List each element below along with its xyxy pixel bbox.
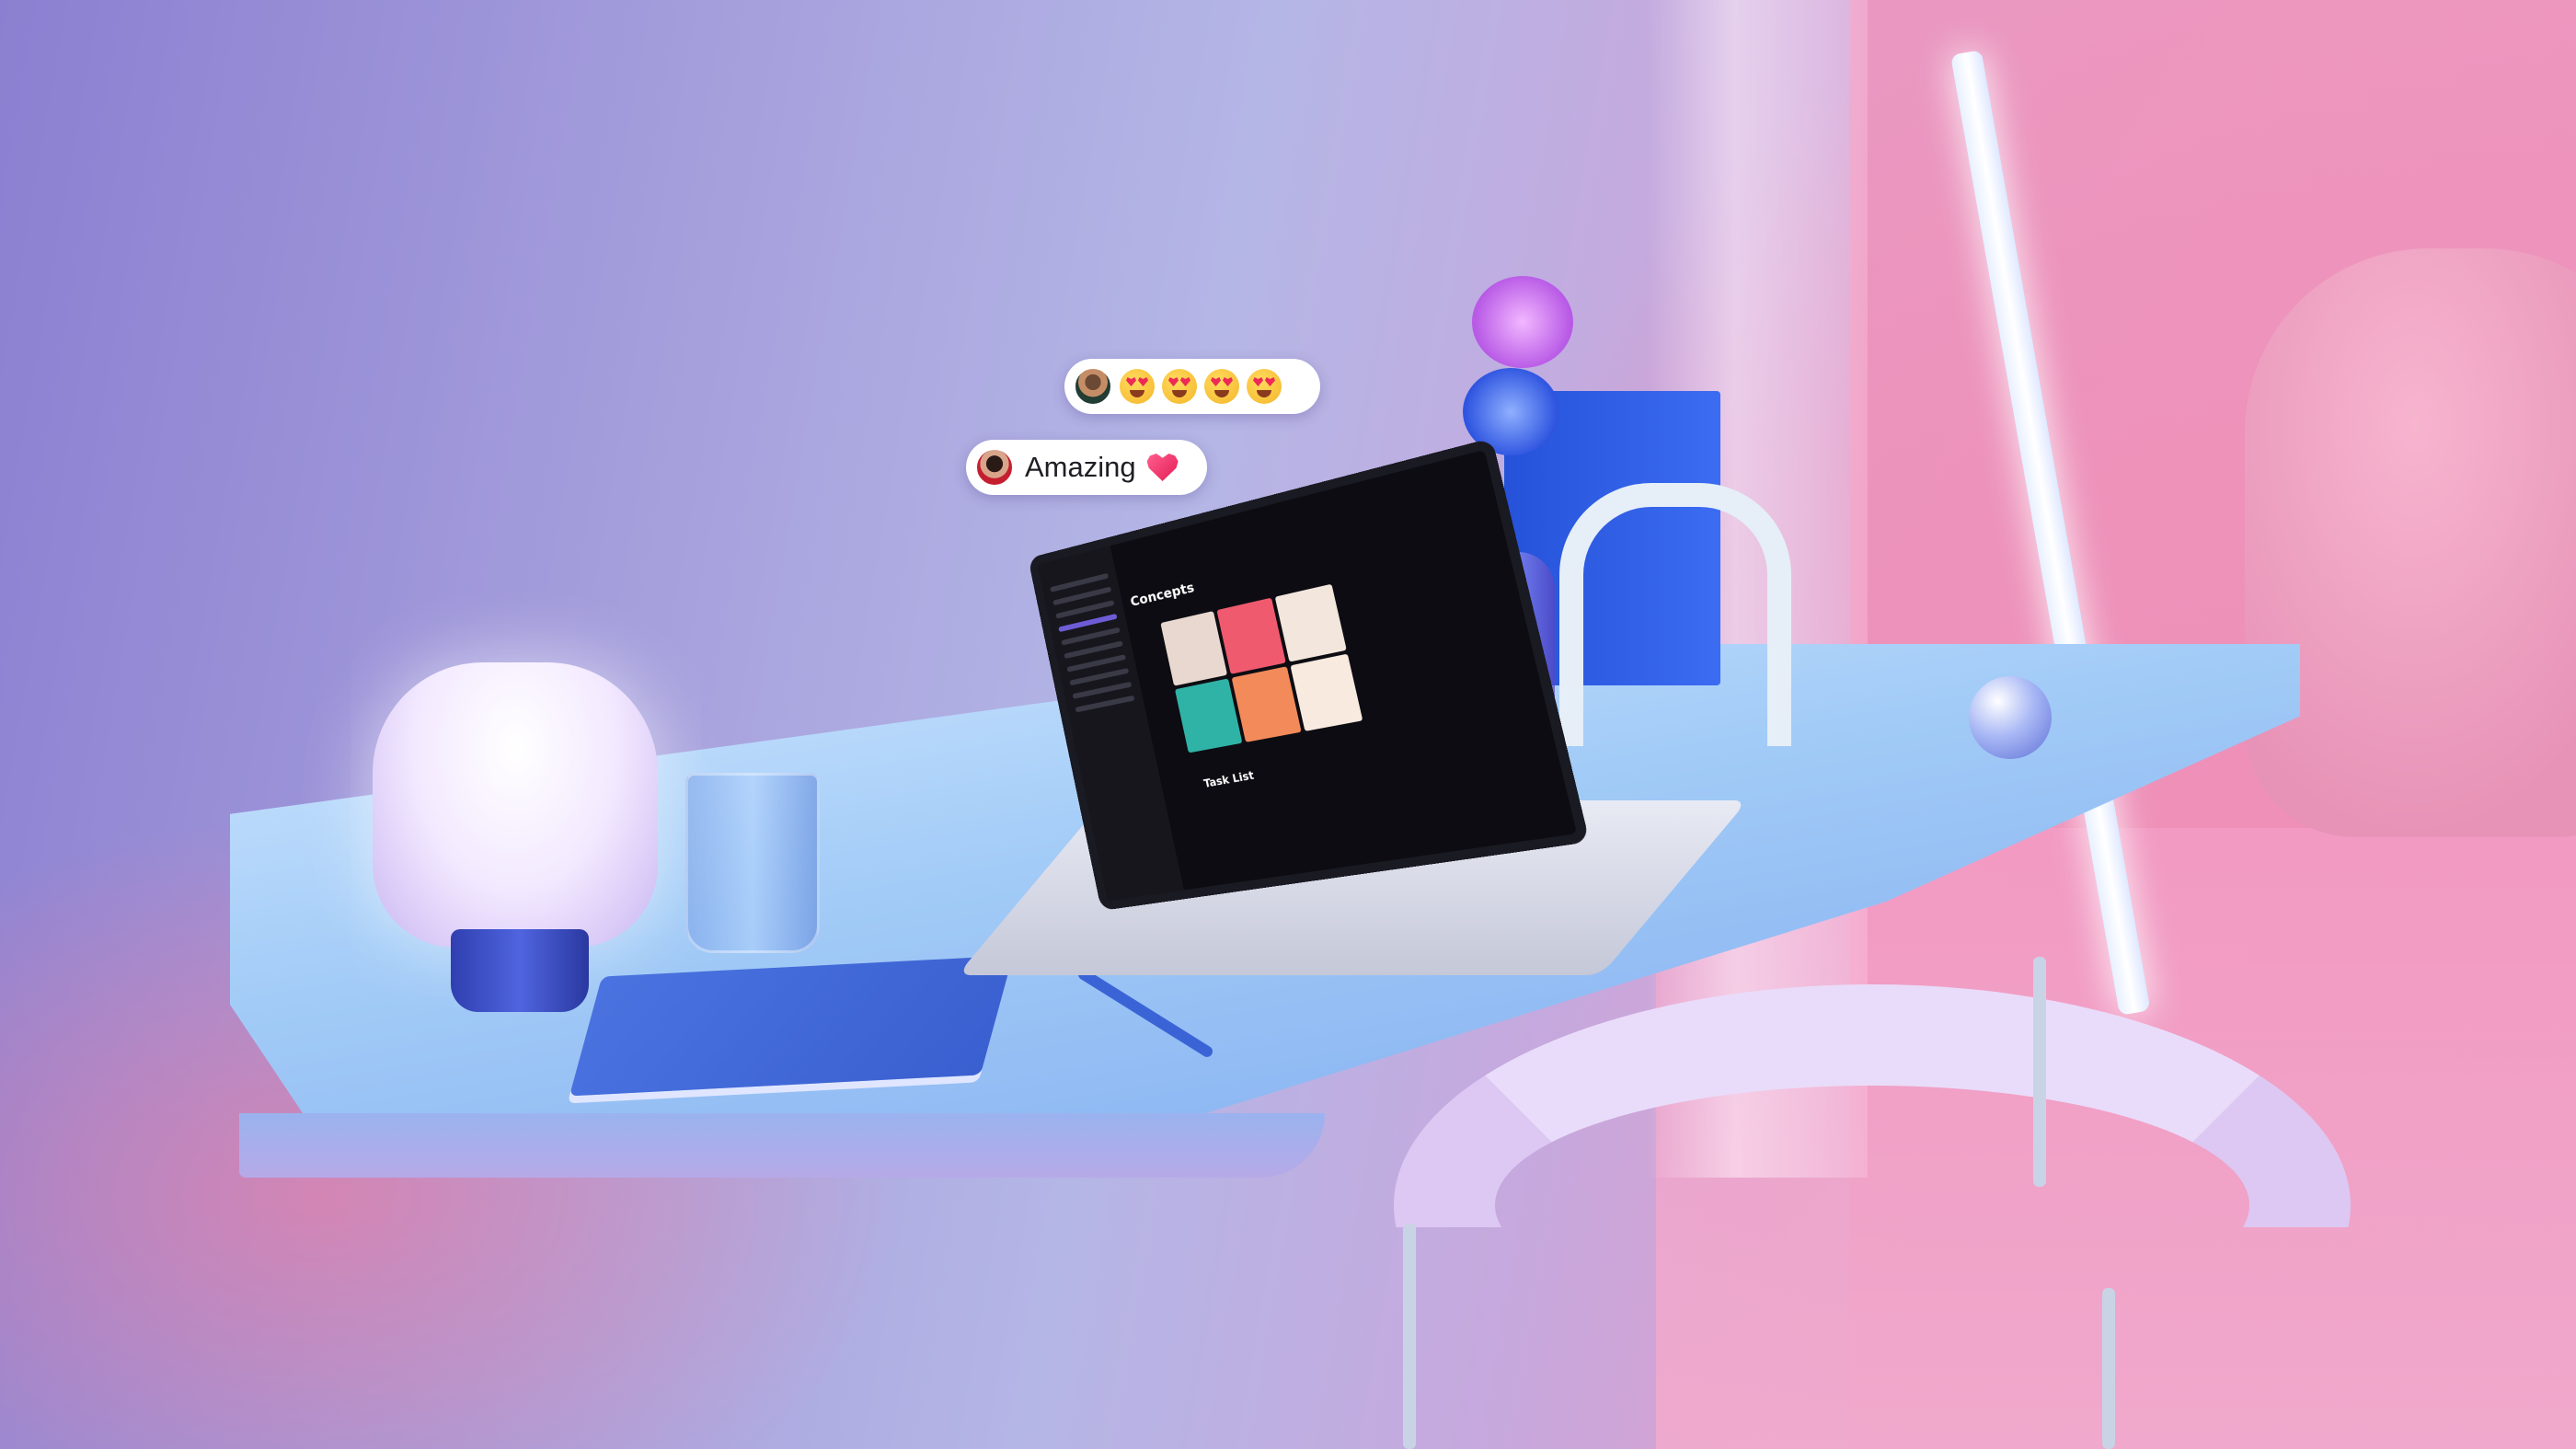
heart-eyes-emoji-icon	[1247, 369, 1282, 404]
desk-edge	[239, 1113, 1325, 1178]
lamp-base	[451, 929, 589, 1012]
chair-leg	[1403, 1224, 1416, 1449]
chair-leg	[2102, 1288, 2115, 1449]
concept-image-grid	[1160, 584, 1363, 753]
comment-text: Amazing	[1025, 451, 1136, 484]
chair-leg	[2033, 957, 2046, 1187]
spiral-notebook	[569, 956, 1013, 1097]
app-main: Concepts Task List	[1120, 462, 1564, 880]
pink-armchair	[2245, 248, 2576, 837]
task-list-heading: Task List	[1202, 769, 1255, 790]
user-avatar	[975, 448, 1014, 487]
glass-ball	[1969, 676, 2052, 759]
heart-eyes-emoji-icon	[1204, 369, 1239, 404]
workspace-scene: Concepts Task List Amazing	[0, 0, 2576, 1449]
laptop-screen: Concepts Task List	[1028, 438, 1590, 911]
heart-eyes-emoji-icon	[1120, 369, 1155, 404]
purple-flower	[1472, 276, 1573, 368]
water-glass	[685, 773, 820, 953]
arch-sculpture	[1559, 483, 1791, 746]
lamp-shade	[373, 662, 658, 948]
user-avatar	[1074, 367, 1112, 406]
heart-eyes-emoji-icon	[1162, 369, 1197, 404]
emoji-reaction-bubble[interactable]	[1064, 359, 1320, 414]
comment-reaction-bubble[interactable]: Amazing	[966, 440, 1207, 495]
sparkling-heart-icon	[1147, 454, 1179, 481]
